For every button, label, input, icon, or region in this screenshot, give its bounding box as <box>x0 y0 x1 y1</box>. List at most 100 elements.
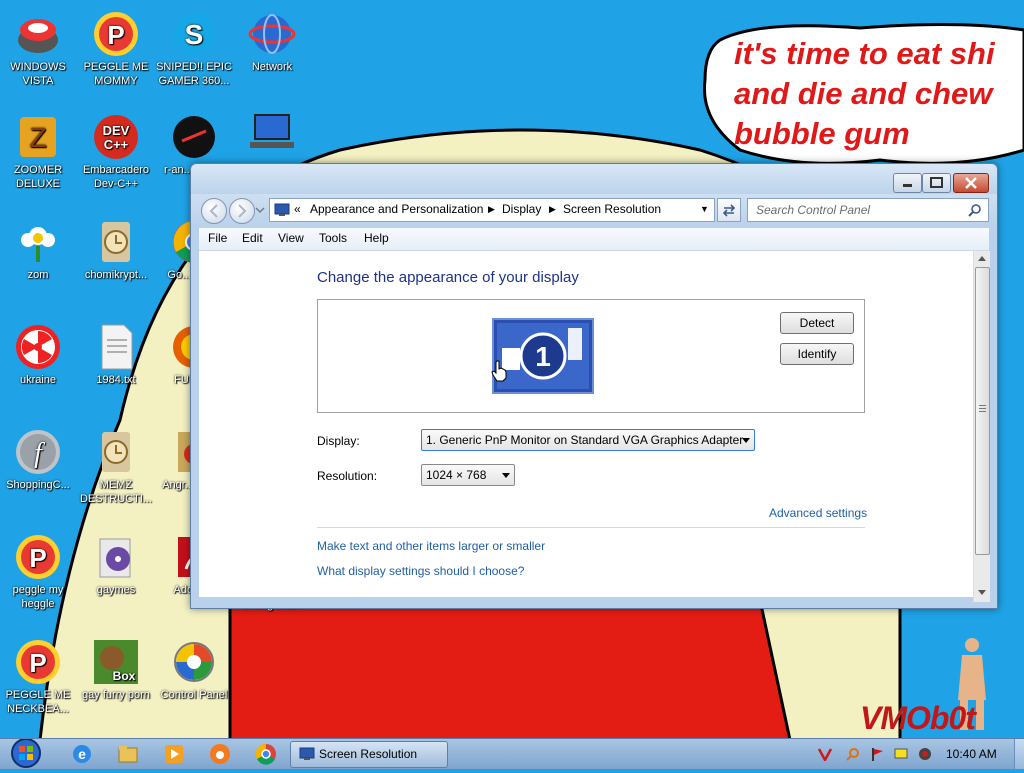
desktop-icon-chomikrypt[interactable]: chomikrypt... <box>78 218 154 282</box>
address-dropdown-icon[interactable]: ▼ <box>700 204 709 214</box>
menu-edit[interactable]: Edit <box>242 231 263 245</box>
tray-flag-icon[interactable] <box>870 746 884 761</box>
advanced-settings-link[interactable]: Advanced settings <box>769 506 867 520</box>
desktop-icon-peggle-my-heggle[interactable]: P peggle my heggle <box>0 533 76 611</box>
laptop-icon <box>248 110 296 158</box>
desktop-icon-peggle-me-mommy[interactable]: P PEGGLE ME MOMMY <box>78 10 154 88</box>
minimize-button[interactable] <box>893 173 922 193</box>
hand-cursor-icon <box>491 360 507 382</box>
peggle-icon: P <box>14 638 62 686</box>
internet-explorer-icon[interactable]: e <box>70 742 94 766</box>
breadcrumb-separator-icon[interactable]: ▶ <box>488 204 495 215</box>
menu-help[interactable]: Help <box>364 231 389 245</box>
tray-search-icon[interactable] <box>846 746 860 761</box>
search-icon[interactable] <box>968 203 982 217</box>
forward-button[interactable] <box>229 198 255 224</box>
menu-file[interactable]: File <box>208 231 227 245</box>
menu-tools[interactable]: Tools <box>319 231 347 245</box>
desktop-icon-control-panel[interactable]: Control Panel <box>156 638 232 702</box>
svg-text:Box: Box <box>113 669 136 683</box>
chrome-icon[interactable] <box>254 742 278 766</box>
control-panel-icon <box>170 638 218 686</box>
desktop-icon-peggle-me-neckbea[interactable]: P PEGGLE ME NECKBEA... <box>0 638 76 716</box>
flower-icon <box>14 218 62 266</box>
skype-icon: S <box>170 10 218 58</box>
back-button[interactable] <box>201 198 227 224</box>
resolution-select[interactable]: 1024 × 768 <box>421 464 515 486</box>
desktop-icon-1984-txt[interactable]: 1984.txt <box>78 323 154 387</box>
content-pane: Change the appearance of your display 1 … <box>199 251 973 597</box>
forward-arrow-icon <box>238 204 247 218</box>
dropdown-arrow-icon <box>502 473 510 478</box>
refresh-button[interactable] <box>717 198 741 222</box>
paw-app-icon[interactable] <box>208 742 232 766</box>
breadcrumb-prefix[interactable]: « <box>294 202 301 216</box>
search-box[interactable]: Search Control Panel <box>747 198 989 222</box>
desktop-icon-sniped[interactable]: S SNIPED!! EPIC GAMER 360... <box>156 10 232 88</box>
breadcrumb-appearance[interactable]: Appearance and Personalization <box>310 202 483 216</box>
svg-text:S: S <box>185 19 204 50</box>
display-help-link[interactable]: What display settings should I choose? <box>317 564 524 578</box>
breadcrumb-display[interactable]: Display <box>502 202 541 216</box>
page-title: Change the appearance of your display <box>317 269 579 286</box>
taskbar-item-label: Screen Resolution <box>319 747 418 761</box>
svg-text:P: P <box>29 543 46 573</box>
maximize-button[interactable] <box>922 173 951 193</box>
svg-text:C++: C++ <box>104 137 129 152</box>
menu-bar: File Edit View Tools Help <box>199 228 989 251</box>
windows-logo-icon <box>11 738 41 768</box>
tray-v-icon[interactable] <box>817 746 833 763</box>
title-bar[interactable] <box>191 164 997 194</box>
desktop-icon-gay-furry-porn[interactable]: Box gay furry porn <box>78 638 154 702</box>
desktop-icon-gaymes[interactable]: gaymes <box>78 533 154 597</box>
clock-app-icon <box>92 218 140 266</box>
desktop-icon-zom[interactable]: zom <box>0 218 76 282</box>
detect-button[interactable]: Detect <box>780 312 854 334</box>
red-circle-icon <box>170 113 218 161</box>
screen-resolution-window: « Appearance and Personalization ▶ Displ… <box>190 163 998 609</box>
clock-app-icon <box>92 428 140 476</box>
watermark: VMOb0t <box>860 700 976 736</box>
taskbar-item-screen-resolution[interactable]: Screen Resolution <box>290 741 448 768</box>
text-size-link[interactable]: Make text and other items larger or smal… <box>317 539 545 553</box>
scroll-thumb[interactable] <box>975 267 990 555</box>
close-icon <box>965 177 977 189</box>
desktop-icon-windows-vista[interactable]: WINDOWS VISTA <box>0 10 76 88</box>
breadcrumb-screen-resolution[interactable]: Screen Resolution <box>563 202 661 216</box>
desktop-icon-ukraine[interactable]: ukraine <box>0 323 76 387</box>
svg-text:P: P <box>107 20 124 50</box>
recent-pages-chevron-icon[interactable] <box>255 206 265 214</box>
media-player-icon[interactable] <box>162 742 186 766</box>
svg-text:DEV: DEV <box>103 123 130 138</box>
close-button[interactable] <box>953 173 989 193</box>
desktop-icon-zoomer-deluxe[interactable]: Z ZOOMER DELUXE <box>0 113 76 191</box>
devcpp-icon: DEV C++ <box>92 113 140 161</box>
scroll-up-icon[interactable] <box>978 255 986 261</box>
desktop-icon-network[interactable]: Network <box>234 10 310 74</box>
box-beaver-icon: Box <box>92 638 140 686</box>
bubble-text: it's time to eat shi and die and chew bu… <box>734 36 995 151</box>
text-file-icon <box>92 323 140 371</box>
tray-volume-icon[interactable] <box>918 746 932 760</box>
zuma-icon: Z <box>14 113 62 161</box>
display-select[interactable]: 1. Generic PnP Monitor on Standard VGA G… <box>421 429 755 451</box>
show-desktop-button[interactable] <box>1014 739 1024 769</box>
desktop-icon-laptop[interactable] <box>234 110 310 160</box>
divider <box>317 527 865 528</box>
desktop-icon-shoppingc[interactable]: f ShoppingC... <box>0 428 76 492</box>
file-explorer-icon[interactable] <box>116 742 140 766</box>
tray-monitor-icon[interactable] <box>894 746 908 760</box>
desktop-icon-memz[interactable]: MEMZ DESTRUCTI... <box>78 428 154 506</box>
refresh-icon <box>722 204 736 217</box>
search-input[interactable]: Search Control Panel <box>756 203 870 217</box>
scroll-down-icon[interactable] <box>978 590 986 596</box>
monitor-icon[interactable]: 1 <box>492 318 594 394</box>
monitor-preview-area: 1 Detect Identify <box>317 299 865 413</box>
clock[interactable]: 10:40 AM <box>946 747 997 761</box>
menu-view[interactable]: View <box>278 231 304 245</box>
breadcrumb-separator-icon[interactable]: ▶ <box>549 204 556 215</box>
vertical-scrollbar[interactable] <box>973 251 990 602</box>
desktop-icon-dev-cpp[interactable]: DEV C++ Embarcadero Dev-C++ <box>78 113 154 191</box>
address-bar[interactable]: « Appearance and Personalization ▶ Displ… <box>269 198 715 222</box>
identify-button[interactable]: Identify <box>780 343 854 365</box>
